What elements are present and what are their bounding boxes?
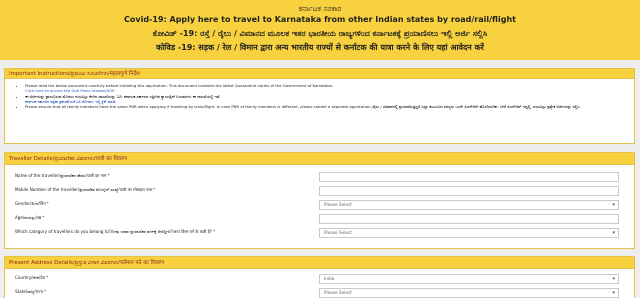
page-title-kannada: ಕೋವಿಡ್ -19: ರಸ್ತೆ / ರೈಲು / ವಿಮಾನದ ಮೂಲಕ ಇ…: [152, 29, 488, 38]
field-label: Age/ವಯಸ್ಸು/उम्र*: [15, 215, 45, 220]
present-address-panel: Present Address Details/ಪ್ರಸ್ತುತ ವಿಳಾಸ ವ…: [4, 256, 635, 298]
field-label: Gender/ಲಿಂಗ/लिंग*: [15, 201, 49, 206]
page-banner: ಕರ್ನಾಟಕ ಸರಕಾರ Covid-19: Apply here to tr…: [0, 0, 640, 60]
gender-select[interactable]: Please Select: [319, 200, 619, 210]
field-label: State/ರಾಜ್ಯ/राज्य*: [15, 289, 47, 294]
press-release-link-kannada[interactable]: ಕರ್ನಾಟಕ ಸರ್ಕಾರದ ಪತ್ರಿಕಾ ಪ್ರಕಟಣೆ/ಎಸ್ಒಪಿ ನ…: [25, 99, 116, 104]
instruction-item: ಈ ಅರ್ಜಿಯನ್ನು ಪ್ರಾರಂಭಿಸುವ ಮೊದಲು ದಯವಿಟ್ಟು …: [25, 94, 631, 105]
government-label: ಕರ್ನಾಟಕ ಸರಕಾರ: [298, 4, 342, 13]
traveller-name-input[interactable]: [319, 172, 619, 182]
instructions-list: Please read the below document carefully…: [19, 83, 631, 109]
instruction-item: Please ensure that all family members ha…: [25, 104, 631, 109]
field-label: Which category of travellers do you belo…: [15, 229, 216, 234]
state-select[interactable]: Please Select: [319, 288, 619, 298]
page-title-hindi: कोविड -19: सड़क / रेल / विमान द्वारा अन्…: [156, 43, 484, 52]
instruction-text: ಈ ಅರ್ಜಿಯನ್ನು ಪ್ರಾರಂಭಿಸುವ ಮೊದಲು ದಯವಿಟ್ಟು …: [25, 93, 221, 99]
traveller-category-select[interactable]: Please Select: [319, 228, 619, 238]
field-label: Country/ದೇಶ/देश*: [15, 275, 49, 280]
form-row-name: Name of the traveller/ಪ್ರಯಾಣಿಕರ ಹೆಸರು/या…: [15, 172, 627, 183]
page-title-english: Covid-19: Apply here to travel to Karnat…: [124, 15, 516, 24]
form-row-country: Country/ದೇಶ/देश* India: [15, 274, 627, 285]
form-row-category: Which category of travellers do you belo…: [15, 228, 627, 239]
age-input[interactable]: [319, 214, 619, 224]
instructions-heading: Important Instructions/ಪ್ರಮುಖ ಸೂಚನೆಗಳು/म…: [5, 69, 634, 79]
form-row-gender: Gender/ಲಿಂಗ/लिंग* Please Select: [15, 200, 627, 211]
instruction-text: Please read the below document carefully…: [25, 83, 333, 88]
field-label: Name of the traveller/ಪ್ರಯಾಣಿಕರ ಹೆಸರು/या…: [15, 173, 110, 178]
instruction-text: Please ensure that all family members ha…: [25, 104, 581, 110]
mobile-number-input[interactable]: [319, 186, 619, 196]
instruction-item: Please read the below document carefully…: [25, 83, 631, 94]
field-label: Mobile Number of the traveller/ಪ್ರಯಾಣಿಕರ…: [15, 187, 156, 192]
country-select[interactable]: India: [319, 274, 619, 284]
press-release-link[interactable]: Click here to access the GoK Press relea…: [25, 88, 115, 93]
form-row-mobile: Mobile Number of the traveller/ಪ್ರಯಾಣಿಕರ…: [15, 186, 627, 197]
traveller-details-panel: Traveller Details/ಪ್ರಯಾಣಿಕರ ವಿವರಗಳು/यात्…: [4, 152, 635, 249]
form-row-state: State/ರಾಜ್ಯ/राज्य* Please Select: [15, 288, 627, 298]
form-row-age: Age/ವಯಸ್ಸು/उम्र*: [15, 214, 627, 225]
traveller-details-heading: Traveller Details/ಪ್ರಯಾಣಿಕರ ವಿವರಗಳು/यात्…: [5, 153, 634, 165]
present-address-heading: Present Address Details/ಪ್ರಸ್ತುತ ವಿಳಾಸ ವ…: [5, 257, 634, 269]
instructions-panel: Important Instructions/ಪ್ರಮುಖ ಸೂಚನೆಗಳು/म…: [4, 68, 635, 144]
